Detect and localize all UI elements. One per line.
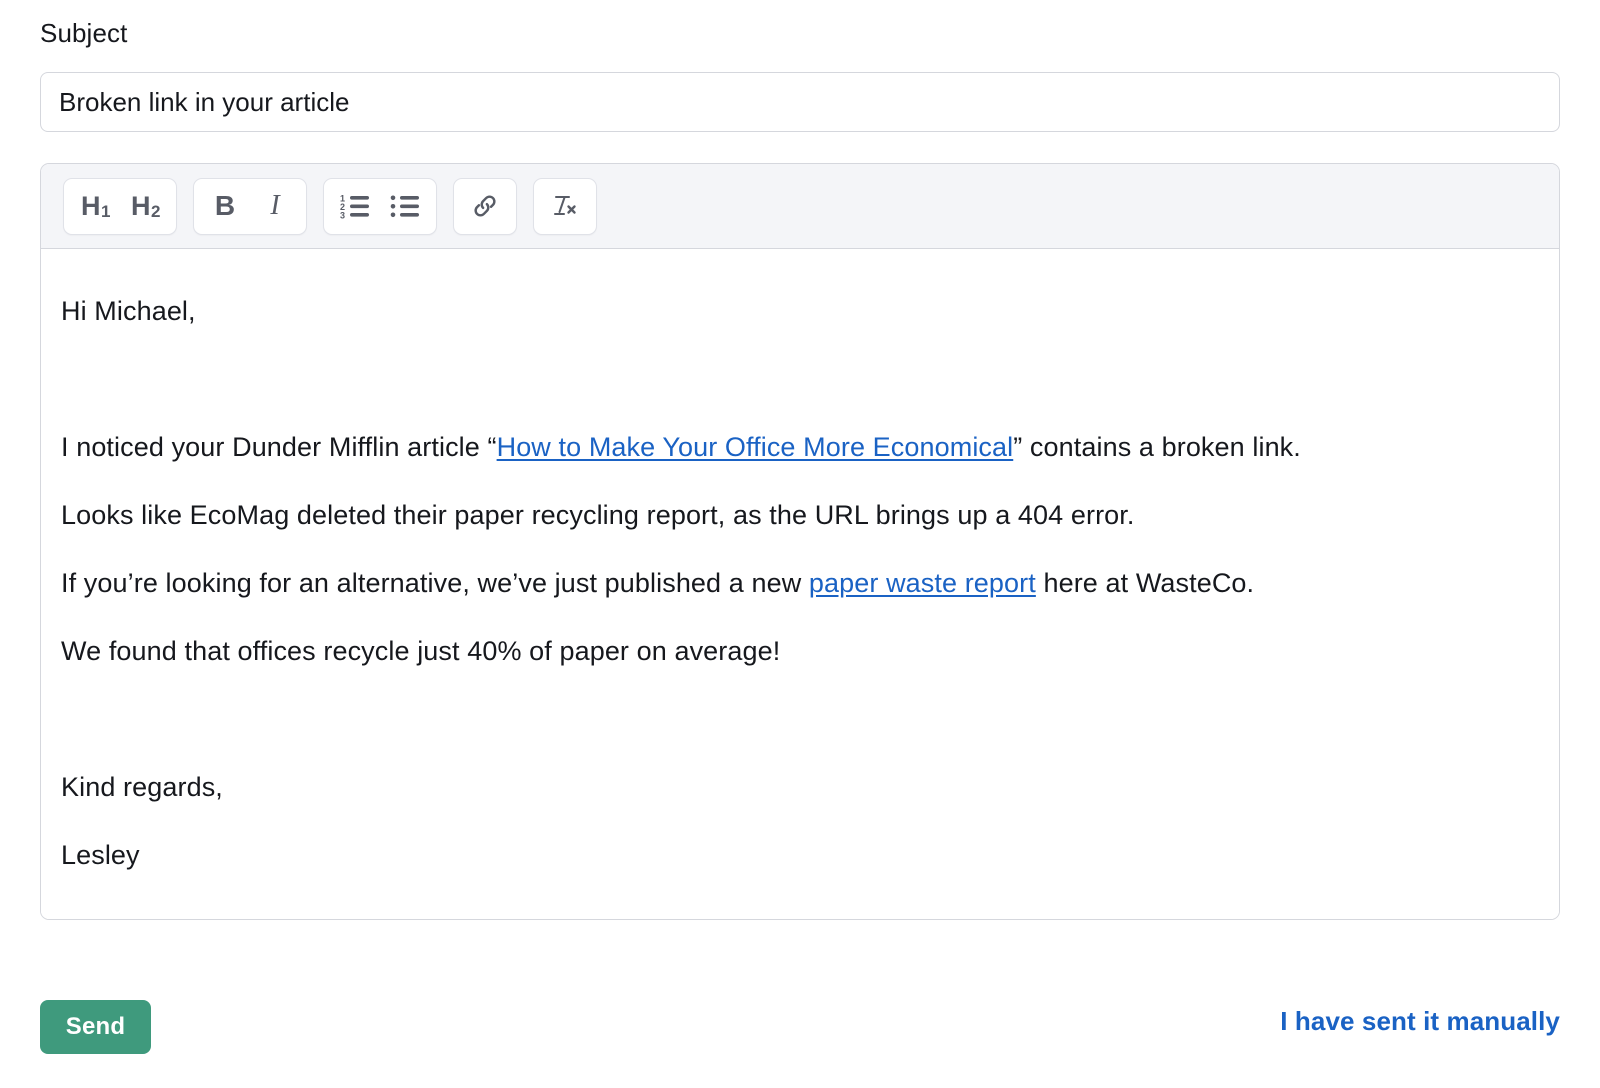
ordered-list-button[interactable]: 1 2 3 [330,183,380,230]
bold-button[interactable]: B [200,183,250,230]
paper-waste-report-link[interactable]: paper waste report [809,568,1036,598]
send-button[interactable]: Send [40,1000,151,1054]
email-composer: Subject // placeholder bound separately … [0,0,1600,1088]
clear-formatting-button[interactable] [540,183,590,230]
body-paragraph-1-text-before: I noticed your Dunder Mifflin article “ [61,432,497,462]
unordered-list-button[interactable] [380,183,430,230]
toolbar-group-clear-formatting [533,178,597,235]
subject-input[interactable] [40,72,1560,132]
email-body-editable[interactable]: Hi Michael, I noticed your Dunder Miffli… [41,249,1559,919]
editor-toolbar: H1 H2 B I 1 2 3 [41,164,1559,249]
sent-manually-link[interactable]: I have sent it manually [1280,1006,1560,1037]
rich-text-editor: H1 H2 B I 1 2 3 [40,163,1560,920]
italic-icon: I [270,192,279,220]
body-paragraph-3-text-after: here at WasteCo. [1036,568,1254,598]
heading-2-button[interactable]: H2 [120,183,170,230]
ordered-list-icon: 1 2 3 [340,193,370,219]
body-signature: Lesley [61,821,1539,889]
clear-formatting-icon [550,192,580,220]
body-blank-line-2 [61,685,1539,753]
toolbar-group-link [453,178,517,235]
heading-1-button[interactable]: H1 [70,183,120,230]
body-paragraph-1: I noticed your Dunder Mifflin article “H… [61,413,1539,481]
toolbar-group-lists: 1 2 3 [323,178,437,235]
article-link[interactable]: How to Make Your Office More Economical [497,432,1014,462]
toolbar-group-inline-style: B I [193,178,307,235]
bold-icon: B [215,192,235,220]
italic-button[interactable]: I [250,183,300,230]
link-button[interactable] [460,183,510,230]
body-paragraph-4: We found that offices recycle just 40% o… [61,617,1539,685]
svg-text:3: 3 [340,211,345,220]
body-paragraph-3: If you’re looking for an alternative, we… [61,549,1539,617]
body-paragraph-2: Looks like EcoMag deleted their paper re… [61,481,1539,549]
body-greeting: Hi Michael, [61,277,1539,345]
subject-label: Subject [40,16,127,50]
toolbar-group-headings: H1 H2 [63,178,177,235]
body-paragraph-1-text-after: ” contains a broken link. [1013,432,1301,462]
body-blank-line-1 [61,345,1539,413]
link-icon [471,192,499,220]
body-signoff: Kind regards, [61,753,1539,821]
heading-2-icon: H2 [131,193,159,220]
unordered-list-icon [390,193,420,219]
body-paragraph-3-text-before: If you’re looking for an alternative, we… [61,568,809,598]
heading-1-icon: H1 [81,193,109,220]
